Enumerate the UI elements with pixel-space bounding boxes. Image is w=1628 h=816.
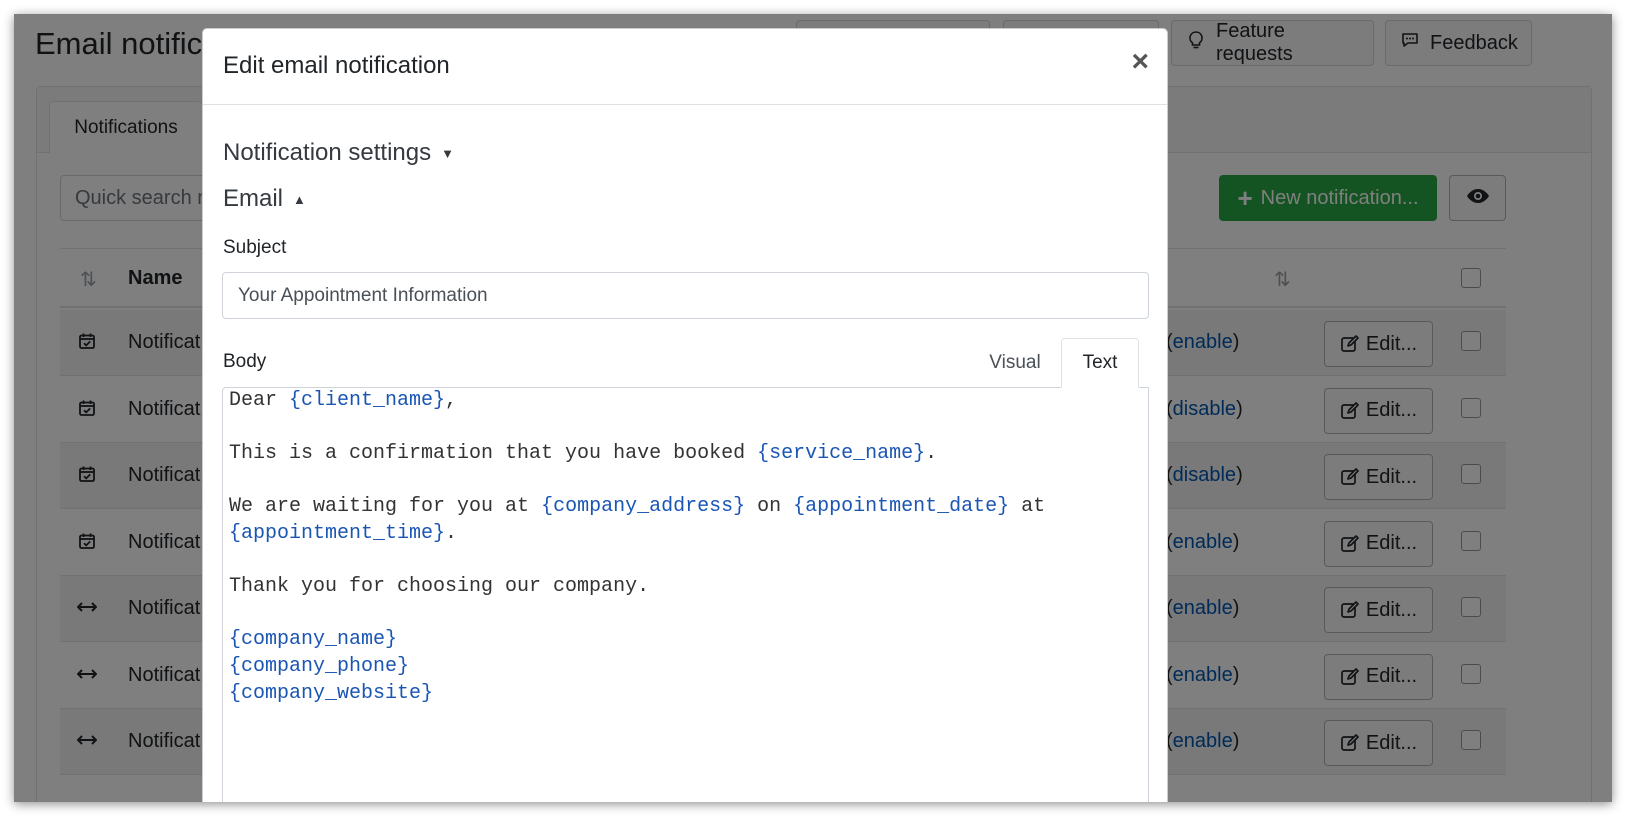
subject-label: Subject — [223, 237, 287, 258]
close-icon[interactable]: × — [1131, 47, 1149, 77]
template-variable: {company_address} — [541, 495, 746, 519]
body-text: Dear — [229, 389, 290, 412]
editor-line: {appointment_time}. — [229, 521, 1142, 548]
template-variable: {company_website} — [229, 681, 434, 705]
editor-line: {company_phone} — [229, 654, 1142, 681]
body-text: on — [745, 495, 794, 519]
subject-input[interactable]: Your Appointment Information — [222, 272, 1149, 319]
modal-header: Edit email notification × — [203, 29, 1167, 105]
body-text-editor[interactable]: Dear {client_name}, This is a confirmatio… — [222, 387, 1149, 802]
caret-up-icon: ▲ — [293, 191, 306, 207]
notification-settings-label: Notification settings — [223, 139, 432, 166]
editor-line: {company_website} — [229, 681, 1142, 708]
template-variable: {service_name} — [757, 442, 926, 466]
template-variable: {appointment_time} — [229, 521, 446, 545]
editor-line: Thank you for choosing our company. — [229, 574, 1142, 601]
tab-visual[interactable]: Visual — [969, 338, 1061, 388]
body-text: This is a confirmation that you have boo… — [229, 442, 758, 466]
template-variable: {company_phone} — [229, 654, 410, 678]
modal-title: Edit email notification — [223, 52, 450, 79]
body-text: . — [445, 521, 458, 545]
editor-line: Dear {client_name}, — [229, 388, 1142, 415]
email-section-toggle[interactable]: Email ▲ — [223, 185, 306, 213]
body-text: , — [445, 389, 458, 412]
editor-line: This is a confirmation that you have boo… — [229, 441, 1142, 468]
body-text: Thank you for choosing our company. — [229, 575, 650, 599]
notification-settings-toggle[interactable]: Notification settings ▼ — [223, 139, 454, 167]
body-text: We are waiting for you at — [229, 495, 542, 519]
template-variable: {appointment_date} — [793, 495, 1010, 519]
app-window: Email notifications Feature requests Fee… — [14, 14, 1612, 802]
template-variable: {client_name} — [289, 389, 446, 412]
tab-text[interactable]: Text — [1061, 338, 1139, 388]
caret-down-icon: ▼ — [441, 145, 454, 161]
edit-email-notification-modal: Edit email notification × Notification s… — [202, 28, 1168, 802]
body-text: . — [925, 442, 938, 466]
template-variable: {company_name} — [229, 628, 398, 652]
email-section-label: Email — [223, 185, 284, 212]
editor-line: {company_name} — [229, 627, 1142, 654]
editor-line: We are waiting for you at {company_addre… — [229, 494, 1142, 521]
body-text: at — [1009, 495, 1046, 519]
body-label: Body — [223, 351, 267, 372]
